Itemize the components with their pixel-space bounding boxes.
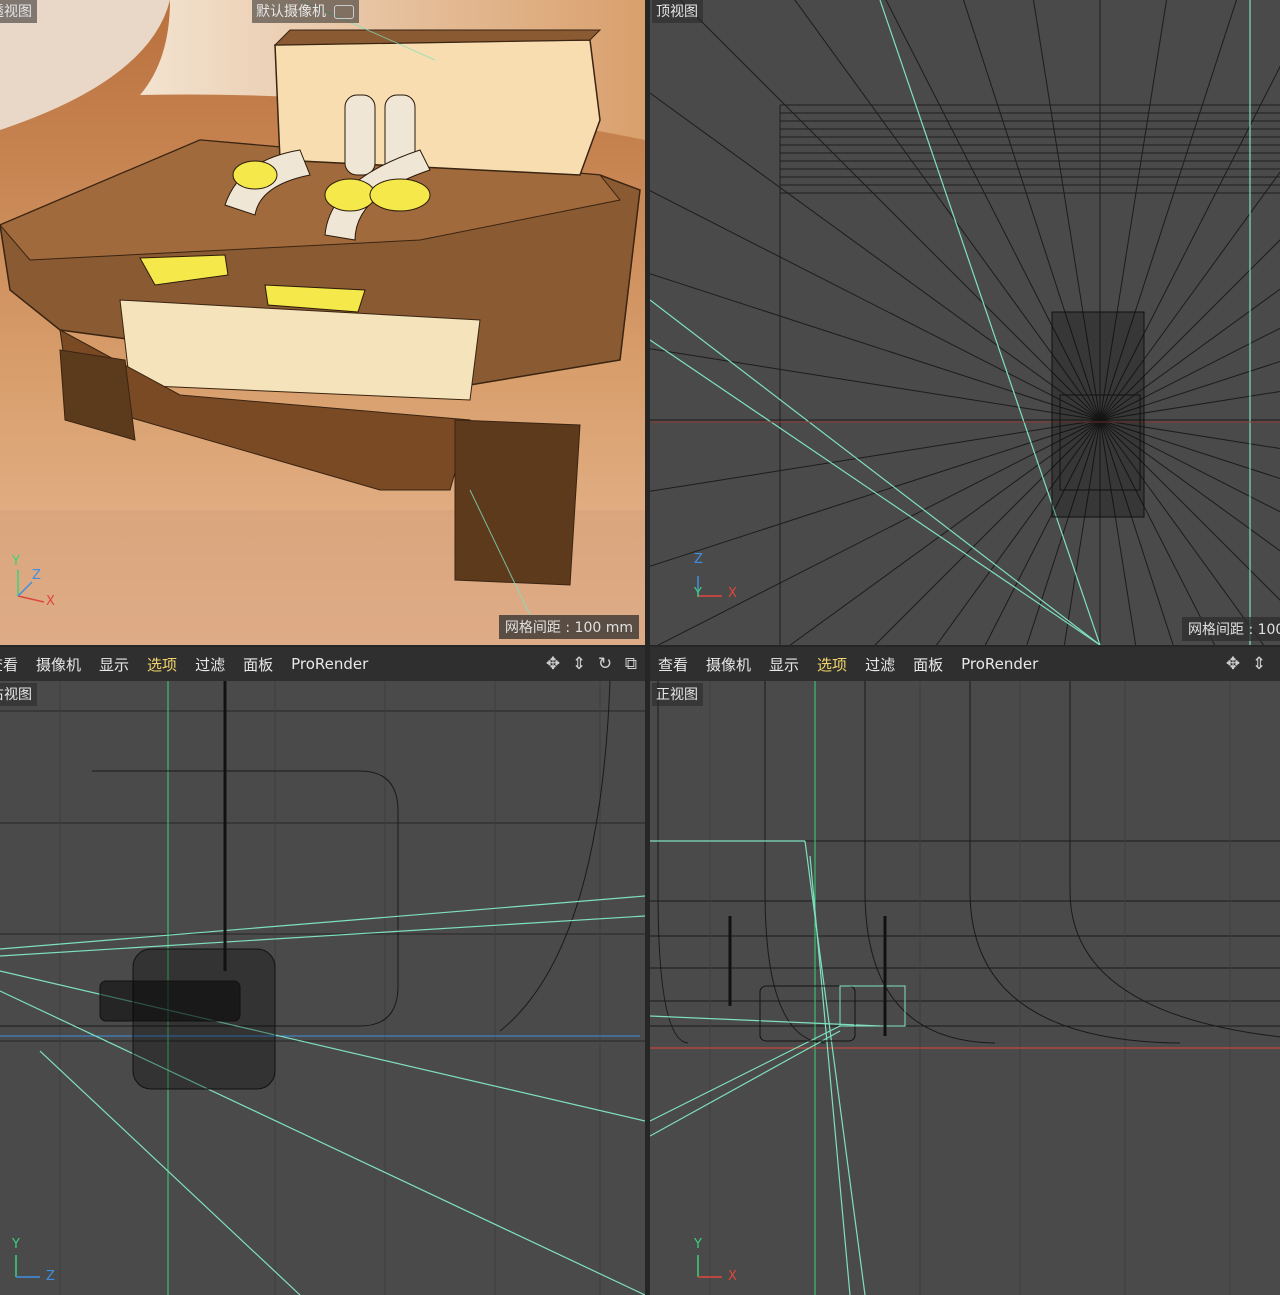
ray-line [794,0,1101,421]
ray-line [650,419,1101,567]
backdrop-curve [764,681,826,1044]
pan-view-icon[interactable]: ⇕ [1250,655,1268,673]
axis-gizmo: Y Z X [8,554,68,609]
menubar-front-view: 查看 摄像机 显示 选项 过滤 面板 ProRender ✥ ⇕ [650,647,1280,681]
menu-items: 查看 摄像机 显示 选项 过滤 面板 ProRender [0,647,386,681]
view-nav-icons: ✥ ⇕ ↻ ⧉ [544,647,640,681]
axis-label-x: X [46,594,55,609]
viewport-label: 透视图 [0,0,37,23]
camera-object [99,980,241,1022]
camera-frustum-line [0,990,645,1295]
viewport-label: 右视图 [0,683,37,706]
axis-label-y: Y [694,586,702,601]
grid-spacing-readout: 网格间距 : 100 mm [498,615,639,639]
pan-view-icon[interactable]: ⇕ [570,655,588,673]
rotate-view-icon[interactable]: ↻ [596,655,614,673]
perspective-viewport[interactable]: 透视图 默认摄像机 Y Z X 网格间距 : 100 mm [0,0,645,645]
camera-icon[interactable] [334,5,355,19]
ray-line [650,190,1101,421]
menu-display[interactable]: 显示 [99,654,129,675]
menu-prorender[interactable]: ProRender [291,655,368,673]
front-scene [650,681,1280,1295]
ray-line [657,419,1101,645]
menu-display[interactable]: 显示 [769,654,799,675]
axis-label-x: X [728,1269,737,1284]
ray-line [679,0,1101,421]
menu-panel[interactable]: 面板 [913,654,943,675]
menu-view[interactable]: 查看 [0,654,18,675]
backdrop-curve [657,681,689,1044]
front-viewport[interactable]: 正视图 Y X [650,681,1280,1295]
camera-name: 默认摄像机 [256,4,326,20]
top-viewport[interactable]: 顶视图 Z Y X 网格间距 : 100 mm [650,0,1280,645]
menu-filter[interactable]: 过滤 [865,654,895,675]
axis-label-z: Z [32,568,41,583]
menu-filter[interactable]: 过滤 [195,654,225,675]
menu-items: 查看 摄像机 显示 选项 过滤 面板 ProRender [658,647,1056,681]
perspective-scene [0,0,645,645]
menu-view[interactable]: 查看 [658,654,688,675]
camera-label[interactable]: 默认摄像机 [252,0,360,23]
view-nav-icons: ✥ ⇕ [1224,647,1268,681]
top-scene [650,0,1280,645]
menu-camera[interactable]: 摄像机 [706,654,751,675]
axis-label-y: Y [12,1237,20,1252]
axis-label-y: Y [694,1237,702,1252]
ray-line [789,419,1101,645]
camera-frustum-line [650,1025,841,1122]
camera-frustum-line [0,970,645,1122]
axis-label-y: Y [12,554,20,569]
camera-frustum-line [804,840,866,1295]
viewport-label: 顶视图 [652,0,703,23]
camera-frustum-line [650,1015,881,1027]
axis-gizmo: Y Z [8,1237,68,1287]
backdrop-curve [1069,681,1280,1038]
axis-label-x: X [728,586,737,601]
ray-line [874,419,1101,645]
menubar-right-view: 查看 摄像机 显示 选项 过滤 面板 ProRender ✥ ⇕ ↻ ⧉ [0,647,645,681]
maximize-view-icon[interactable]: ⧉ [622,655,640,673]
ray-line [650,92,1101,421]
axis-label-z: Z [694,552,703,567]
right-viewport[interactable]: 右视图 Y Z [0,681,645,1295]
move-view-icon[interactable]: ✥ [544,655,562,673]
grid-spacing-readout: 网格间距 : 100 mm [1182,617,1280,641]
axis-gizmo: Z Y X [690,552,750,602]
camera-frustum-line [809,855,851,1295]
ray-line [650,273,1101,421]
menu-options[interactable]: 选项 [817,654,847,675]
menu-prorender[interactable]: ProRender [961,655,1038,673]
right-scene [0,681,645,1295]
backdrop-curve [969,681,1181,1044]
backdrop-curve [499,681,611,1032]
menu-options[interactable]: 选项 [147,654,177,675]
camera-frustum-line [650,1030,841,1137]
menu-camera[interactable]: 摄像机 [36,654,81,675]
camera-object [839,985,906,1027]
menu-panel[interactable]: 面板 [243,654,273,675]
vehicle-wireframe [759,985,856,1042]
axis-gizmo: Y X [690,1237,750,1287]
axis-label-z: Z [46,1269,55,1284]
move-view-icon[interactable]: ✥ [1224,655,1242,673]
vehicle-wireframe [1051,311,1145,518]
viewport-label: 正视图 [652,683,703,706]
